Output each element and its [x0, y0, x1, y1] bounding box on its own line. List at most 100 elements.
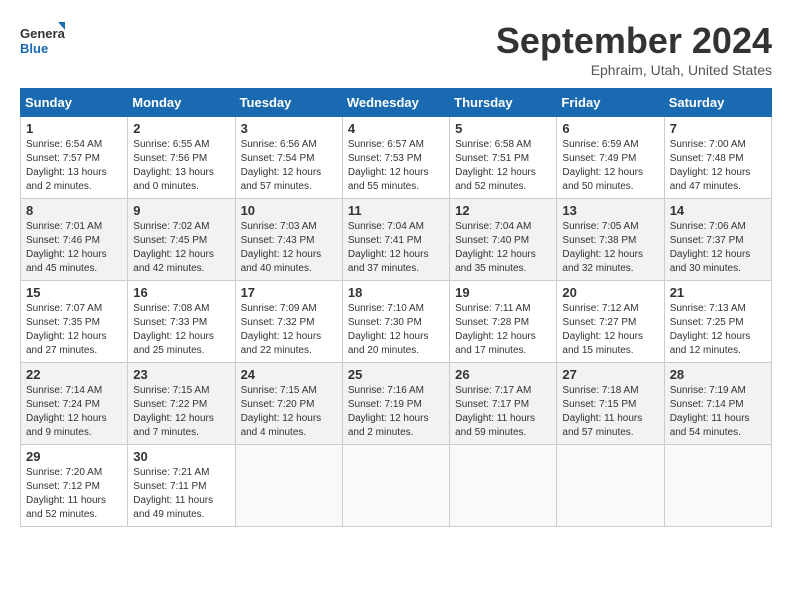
title-area: September 2024 Ephraim, Utah, United Sta… — [496, 20, 772, 78]
day-number: 18 — [348, 285, 444, 300]
day-info: Sunrise: 7:15 AM Sunset: 7:20 PM Dayligh… — [241, 384, 337, 440]
table-row: 7Sunrise: 7:00 AM Sunset: 7:48 PM Daylig… — [664, 117, 771, 199]
table-row: 5 Sunrise: 6:58 AM Sunset: 7:51 PM Daylig… — [450, 117, 557, 199]
table-row: 10 Sunrise: 7:03 AM Sunset: 7:43 PM Dayli… — [235, 199, 342, 281]
day-info: Sunrise: 7:18 AM Sunset: 7:15 PM Dayligh… — [562, 384, 658, 440]
day-info: Sunrise: 6:55 AM Sunset: 7:56 PM Dayligh… — [133, 138, 229, 194]
day-info: Sunrise: 7:21 AM Sunset: 7:11 PM Dayligh… — [133, 466, 229, 522]
day-number: 5 — [455, 121, 551, 136]
day-number: 7 — [670, 121, 766, 136]
table-row: 25Sunrise: 7:16 AM Sunset: 7:19 PM Dayli… — [342, 363, 449, 445]
table-row — [557, 445, 664, 527]
table-row: 13 Sunrise: 7:05 AM Sunset: 7:38 PM Dayli… — [557, 199, 664, 281]
day-number: 1 — [26, 121, 122, 136]
table-row: 17Sunrise: 7:09 AM Sunset: 7:32 PM Dayli… — [235, 281, 342, 363]
day-info: Sunrise: 6:58 AM Sunset: 7:51 PM Dayligh… — [455, 138, 551, 194]
table-row: 21Sunrise: 7:13 AM Sunset: 7:25 PM Dayli… — [664, 281, 771, 363]
day-number: 9 — [133, 203, 229, 218]
calendar-row: 1Sunrise: 6:54 AM Sunset: 7:57 PM Daylig… — [21, 117, 772, 199]
calendar-row: 22Sunrise: 7:14 AM Sunset: 7:24 PM Dayli… — [21, 363, 772, 445]
day-info: Sunrise: 7:17 AM Sunset: 7:17 PM Dayligh… — [455, 384, 551, 440]
day-number: 28 — [670, 367, 766, 382]
table-row: 3Sunrise: 6:56 AM Sunset: 7:54 PM Daylig… — [235, 117, 342, 199]
table-row — [664, 445, 771, 527]
day-info: Sunrise: 6:56 AM Sunset: 7:54 PM Dayligh… — [241, 138, 337, 194]
table-row: 11 Sunrise: 7:04 AM Sunset: 7:41 PM Dayli… — [342, 199, 449, 281]
location-subtitle: Ephraim, Utah, United States — [496, 62, 772, 78]
day-number: 26 — [455, 367, 551, 382]
day-info: Sunrise: 7:19 AM Sunset: 7:14 PM Dayligh… — [670, 384, 766, 440]
day-info: Sunrise: 7:08 AM Sunset: 7:33 PM Dayligh… — [133, 302, 229, 358]
table-row: 15Sunrise: 7:07 AM Sunset: 7:35 PM Dayli… — [21, 281, 128, 363]
day-number: 14 — [670, 203, 766, 218]
col-thursday: Thursday — [450, 89, 557, 117]
table-row: 1Sunrise: 6:54 AM Sunset: 7:57 PM Daylig… — [21, 117, 128, 199]
day-number: 29 — [26, 449, 122, 464]
table-row — [450, 445, 557, 527]
table-row: 30 Sunrise: 7:21 AM Sunset: 7:11 PM Dayli… — [128, 445, 235, 527]
calendar-row: 29Sunrise: 7:20 AM Sunset: 7:12 PM Dayli… — [21, 445, 772, 527]
day-info: Sunrise: 7:02 AM Sunset: 7:45 PM Dayligh… — [133, 220, 229, 276]
table-row: 27 Sunrise: 7:18 AM Sunset: 7:15 PM Dayli… — [557, 363, 664, 445]
day-number: 2 — [133, 121, 229, 136]
day-number: 6 — [562, 121, 658, 136]
day-number: 27 — [562, 367, 658, 382]
day-info: Sunrise: 7:01 AM Sunset: 7:46 PM Dayligh… — [26, 220, 122, 276]
day-info: Sunrise: 6:57 AM Sunset: 7:53 PM Dayligh… — [348, 138, 444, 194]
day-number: 25 — [348, 367, 444, 382]
col-saturday: Saturday — [664, 89, 771, 117]
logo: General Blue — [20, 20, 65, 65]
calendar-table: Sunday Monday Tuesday Wednesday Thursday… — [20, 88, 772, 527]
logo-svg: General Blue — [20, 20, 65, 65]
table-row: 8 Sunrise: 7:01 AM Sunset: 7:46 PM Daylig… — [21, 199, 128, 281]
col-friday: Friday — [557, 89, 664, 117]
day-info: Sunrise: 6:59 AM Sunset: 7:49 PM Dayligh… — [562, 138, 658, 194]
table-row — [342, 445, 449, 527]
header: General Blue September 2024 Ephraim, Uta… — [20, 20, 772, 78]
day-number: 23 — [133, 367, 229, 382]
day-number: 11 — [348, 203, 444, 218]
day-info: Sunrise: 7:07 AM Sunset: 7:35 PM Dayligh… — [26, 302, 122, 358]
day-info: Sunrise: 7:03 AM Sunset: 7:43 PM Dayligh… — [241, 220, 337, 276]
day-info: Sunrise: 7:15 AM Sunset: 7:22 PM Dayligh… — [133, 384, 229, 440]
day-number: 22 — [26, 367, 122, 382]
col-wednesday: Wednesday — [342, 89, 449, 117]
table-row: 6 Sunrise: 6:59 AM Sunset: 7:49 PM Daylig… — [557, 117, 664, 199]
svg-text:Blue: Blue — [20, 41, 48, 56]
table-row: 16Sunrise: 7:08 AM Sunset: 7:33 PM Dayli… — [128, 281, 235, 363]
calendar-row: 15Sunrise: 7:07 AM Sunset: 7:35 PM Dayli… — [21, 281, 772, 363]
day-number: 10 — [241, 203, 337, 218]
col-monday: Monday — [128, 89, 235, 117]
day-info: Sunrise: 7:12 AM Sunset: 7:27 PM Dayligh… — [562, 302, 658, 358]
day-number: 12 — [455, 203, 551, 218]
table-row: 14Sunrise: 7:06 AM Sunset: 7:37 PM Dayli… — [664, 199, 771, 281]
day-number: 24 — [241, 367, 337, 382]
day-info: Sunrise: 7:09 AM Sunset: 7:32 PM Dayligh… — [241, 302, 337, 358]
table-row: 24 Sunrise: 7:15 AM Sunset: 7:20 PM Dayli… — [235, 363, 342, 445]
day-number: 19 — [455, 285, 551, 300]
table-row: 28 Sunrise: 7:19 AM Sunset: 7:14 PM Dayli… — [664, 363, 771, 445]
table-row: 20 Sunrise: 7:12 AM Sunset: 7:27 PM Dayli… — [557, 281, 664, 363]
table-row: 9 Sunrise: 7:02 AM Sunset: 7:45 PM Daylig… — [128, 199, 235, 281]
day-number: 13 — [562, 203, 658, 218]
table-row: 26 Sunrise: 7:17 AM Sunset: 7:17 PM Dayli… — [450, 363, 557, 445]
day-number: 20 — [562, 285, 658, 300]
day-info: Sunrise: 7:05 AM Sunset: 7:38 PM Dayligh… — [562, 220, 658, 276]
day-number: 4 — [348, 121, 444, 136]
day-info: Sunrise: 7:10 AM Sunset: 7:30 PM Dayligh… — [348, 302, 444, 358]
table-row: 29Sunrise: 7:20 AM Sunset: 7:12 PM Dayli… — [21, 445, 128, 527]
calendar-row: 8 Sunrise: 7:01 AM Sunset: 7:46 PM Daylig… — [21, 199, 772, 281]
day-info: Sunrise: 7:04 AM Sunset: 7:40 PM Dayligh… — [455, 220, 551, 276]
day-number: 8 — [26, 203, 122, 218]
day-info: Sunrise: 7:04 AM Sunset: 7:41 PM Dayligh… — [348, 220, 444, 276]
table-row: 18 Sunrise: 7:10 AM Sunset: 7:30 PM Dayli… — [342, 281, 449, 363]
day-number: 30 — [133, 449, 229, 464]
table-row: 19Sunrise: 7:11 AM Sunset: 7:28 PM Dayli… — [450, 281, 557, 363]
header-row: Sunday Monday Tuesday Wednesday Thursday… — [21, 89, 772, 117]
col-tuesday: Tuesday — [235, 89, 342, 117]
table-row: 2 Sunrise: 6:55 AM Sunset: 7:56 PM Daylig… — [128, 117, 235, 199]
day-info: Sunrise: 7:13 AM Sunset: 7:25 PM Dayligh… — [670, 302, 766, 358]
month-title: September 2024 — [496, 20, 772, 62]
svg-text:General: General — [20, 26, 65, 41]
col-sunday: Sunday — [21, 89, 128, 117]
